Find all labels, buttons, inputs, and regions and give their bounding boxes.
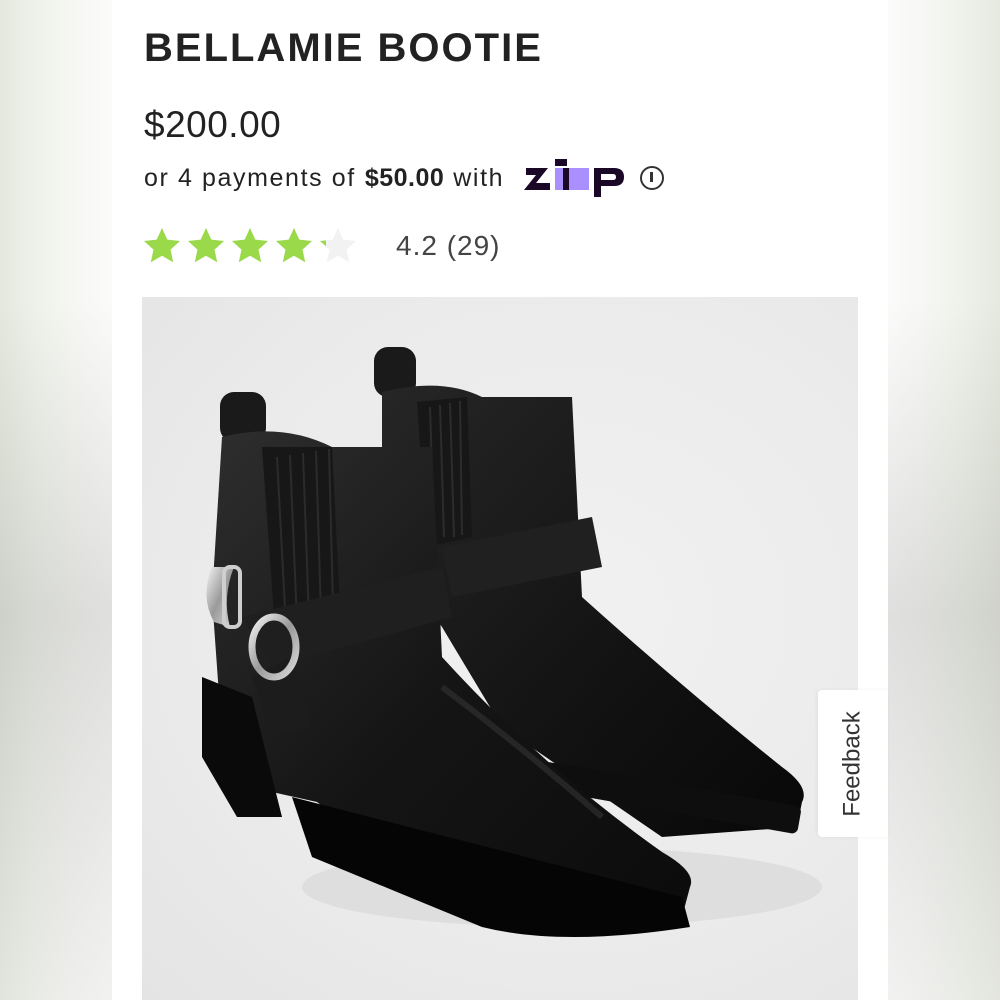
product-panel: BELLAMIE BOOTIE $200.00 or 4 payments of… xyxy=(112,0,888,1000)
product-image[interactable] xyxy=(142,297,858,1000)
installment-info: or 4 payments of $50.00 with xyxy=(144,158,665,198)
installment-amount: $50.00 xyxy=(364,163,445,192)
rating-text: 4.2 (29) xyxy=(396,230,501,261)
zip-logo-icon xyxy=(524,159,625,197)
feedback-button[interactable]: Feedback xyxy=(818,690,888,837)
right-background-blur xyxy=(888,0,1000,1000)
installment-suffix: with xyxy=(453,163,505,192)
product-title: BELLAMIE BOOTIE xyxy=(144,26,543,70)
ankle-boots-image xyxy=(202,347,822,937)
installment-prefix: or 4 payments of xyxy=(144,163,356,192)
product-price: $200.00 xyxy=(144,104,282,145)
left-background-blur xyxy=(0,0,112,1000)
star-icon xyxy=(232,228,268,263)
info-icon[interactable] xyxy=(640,166,665,190)
star-icon xyxy=(320,228,356,263)
star-icon xyxy=(188,228,224,263)
star-icon xyxy=(144,228,180,263)
rating-summary[interactable]: 4.2 (29) xyxy=(142,224,501,268)
feedback-label: Feedback xyxy=(839,710,866,817)
star-rating xyxy=(142,226,362,266)
star-icon xyxy=(276,228,312,263)
